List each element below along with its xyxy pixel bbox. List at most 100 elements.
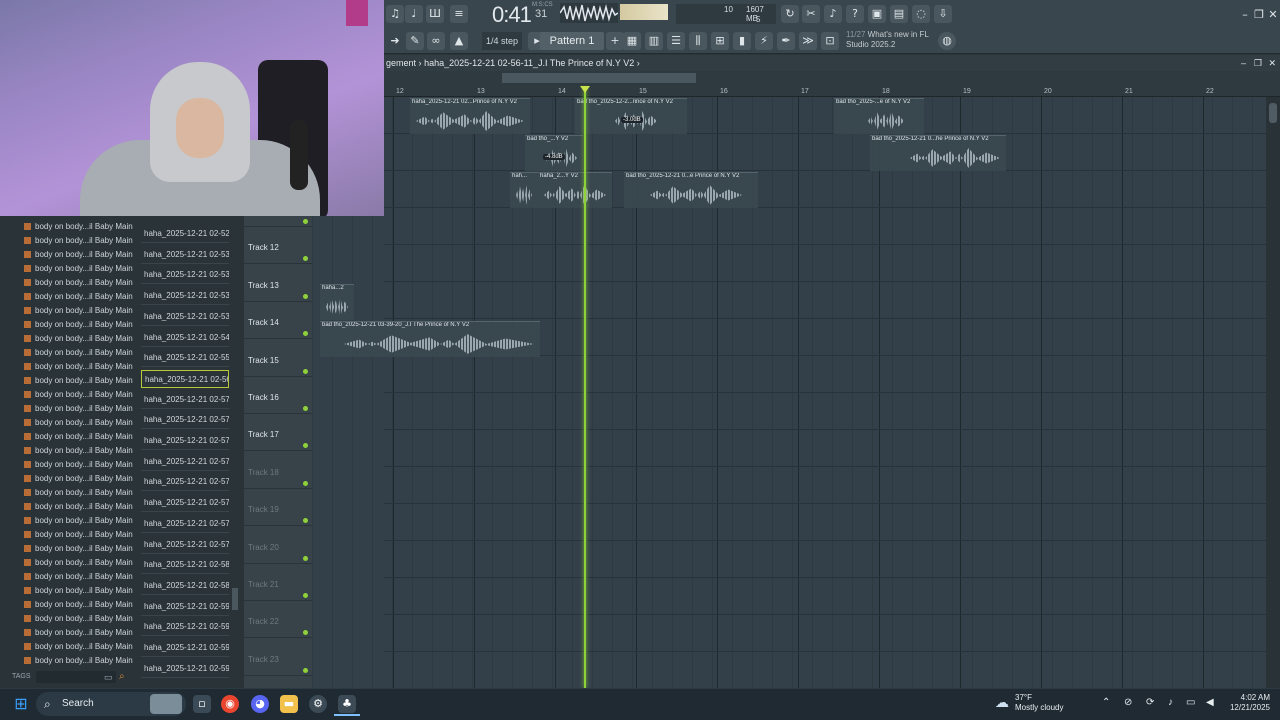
panel-close-icon[interactable]: ✕ [1268,55,1276,71]
browser-scroll-thumb[interactable] [232,588,238,610]
arrow-right-icon[interactable]: ➜ [386,32,404,50]
track-led-icon[interactable] [303,256,308,262]
audio-clip[interactable]: bad tho_2025-12-21 03-39-20_J.I The Prin… [320,321,540,357]
search-highlight-image[interactable] [150,694,182,714]
browser-item[interactable]: body on body...il Baby Main [24,292,134,306]
piano-roll-icon[interactable]: ☰ [667,32,685,50]
track-header[interactable]: Track 12 [244,227,312,265]
chrome-icon[interactable]: ◉ [221,695,239,713]
system-clock[interactable]: 4:02 AM 12/21/2025 [1226,693,1270,713]
browser-file[interactable]: haha_2025-12-21 02-57... [141,453,229,471]
browser-file[interactable]: haha_2025-12-21 02-57... [141,536,229,554]
browser-file[interactable]: haha_2025-12-21 02-59... [141,598,229,616]
browser-file[interactable]: haha_2025-12-21 02-57... [141,432,229,450]
track-header[interactable]: Track 16 [244,377,312,414]
network-off-icon[interactable]: ⊘ [1124,697,1132,708]
sync-icon[interactable]: ⟳ [1146,697,1154,708]
cart-icon[interactable]: ⊡ [821,32,839,50]
link-icon[interactable]: ∞ [427,32,445,50]
track-led-icon[interactable] [303,555,308,561]
mixer-tool-icon[interactable]: ⫼ [689,32,707,50]
track-header[interactable]: Track 15 [244,340,312,377]
save-icon[interactable]: ▣ [868,5,886,23]
browser-file[interactable]: haha_2025-12-21 02-57... [141,411,229,430]
mic-tray-icon[interactable]: ♪ [1168,697,1173,708]
globe-icon[interactable]: ◍ [938,32,956,50]
track-led-icon[interactable] [303,480,308,486]
tag-edit-icon[interactable]: ▭ [104,672,113,683]
audio-clip[interactable]: haha_2025-12-21 02...Prince of N.Y V2 [410,98,530,134]
display-icon[interactable]: ▭ [1186,697,1195,708]
plugin-db-icon[interactable]: ▮ [733,32,751,50]
mic-icon[interactable]: ♪ [824,5,842,23]
overview-scroll[interactable] [502,73,696,83]
browser-file[interactable]: haha_2025-12-21 02-53... [141,308,229,326]
browser-item[interactable]: body on body...il Baby Main [24,418,134,432]
volume-icon[interactable]: ◀ [1206,697,1214,708]
browser-file[interactable]: haha_2025-12-21 02-54... [141,329,229,347]
download-icon[interactable]: ⇩ [934,5,952,23]
browser-item[interactable]: body on body...il Baby Main [24,320,134,334]
browser-file[interactable]: haha_2025-12-21 02-59... [141,618,229,637]
audio-clip[interactable]: bad tho_2025-...e of N.Y V2 [834,98,924,134]
fl-studio-icon[interactable]: ♣ [338,695,356,713]
track-led-icon[interactable] [303,331,308,337]
plug-icon[interactable]: ⚡ [755,32,773,50]
browser-item[interactable]: body on body...il Baby Main [24,614,134,628]
browser-item[interactable]: body on body...il Baby Main [24,530,134,544]
track-header[interactable]: Track 17 [244,414,312,452]
browser-item[interactable]: body on body...il Baby Main [24,460,134,474]
chevron-up-icon[interactable]: ⌃ [1102,697,1110,708]
windows-start-icon[interactable]: ⊞ [12,695,30,713]
channel-rack-icon[interactable]: ▥ [645,32,663,50]
discord-icon[interactable]: ◕ [251,695,269,713]
tree-icon[interactable]: ⊞ [711,32,729,50]
browser-item[interactable]: body on body...il Baby Main [24,558,134,572]
browser-file[interactable]: haha_2025-12-21 02-52... [141,225,229,243]
track-led-icon[interactable] [303,368,308,374]
playlist-tool-icon[interactable]: ▦ [623,32,641,50]
beat-icon[interactable]: ♩ [405,5,423,23]
browser-file[interactable]: haha_2025-12-21 02-58... [141,556,229,575]
plugin-icon[interactable]: ▤ [890,5,908,23]
audio-clip[interactable]: bad tho_2025-12-21 0...he Prince of N.Y … [870,135,1006,171]
browser-item[interactable]: body on body...il Baby Main [24,264,134,278]
close-icon[interactable]: ✕ [1264,6,1280,24]
browser-item[interactable]: body on body...il Baby Main [24,642,134,656]
audio-clip[interactable]: bad tho_2025-12-2...rince of N.Y V2 -3.0… [575,98,687,134]
browser-item[interactable]: body on body...il Baby Main [24,516,134,530]
cut-icon[interactable]: ✂ [802,5,820,23]
news-panel[interactable]: 11/27 What's new in FL Studio 2025.2 [846,30,946,50]
scrollbar-thumb[interactable] [1269,103,1277,123]
browser-item[interactable]: body on body...il Baby Main [24,656,134,670]
pattern-selector[interactable]: Pattern 1 [540,32,604,50]
browser-item[interactable]: body on body...il Baby Main [24,334,134,348]
audio-clip[interactable]: bad tho_2025-12-21 0...e Prince of N.Y V… [624,172,758,208]
browser-item[interactable]: body on body...il Baby Main [24,474,134,488]
playhead[interactable] [584,88,586,688]
playlist-icon[interactable]: ♫ [386,5,404,23]
browser-item[interactable]: body on body...il Baby Main [24,222,134,236]
browser-file[interactable]: haha_2025-12-21 02-57... [141,391,229,409]
browser-file[interactable]: haha_2025-12-21 02-56... [141,369,229,388]
audio-clip[interactable]: haha...2 [320,284,354,320]
app-icon[interactable]: ⚙ [309,695,327,713]
browser-item[interactable]: body on body...il Baby Main [24,600,134,614]
track-led-icon[interactable] [303,593,308,598]
browser-item[interactable]: body on body...il Baby Main [24,502,134,516]
track-header[interactable]: Track 13 [244,265,312,302]
track-led-icon[interactable] [303,293,308,299]
stamp-icon[interactable]: ▲ [450,32,468,50]
browser-item[interactable]: body on body...il Baby Main [24,390,134,404]
track-led-icon[interactable] [303,443,308,449]
browser-file[interactable]: haha_2025-12-21 02-53... [141,266,229,285]
browser-file[interactable]: haha_2025-12-21 02-59... [141,660,229,678]
piano-icon[interactable]: Ш [426,5,444,23]
mixer-icon[interactable]: ≡ [450,5,468,23]
browser-file[interactable]: haha_2025-12-21 02-53... [141,246,229,264]
track-header[interactable]: Track 23 [244,639,312,676]
browser-item[interactable]: body on body...il Baby Main [24,306,134,320]
file-explorer-icon[interactable]: ▬ [280,695,298,713]
snap-select[interactable]: 1/4 step [482,32,522,50]
browser-file[interactable]: haha_2025-12-21 02-53... [141,287,229,306]
